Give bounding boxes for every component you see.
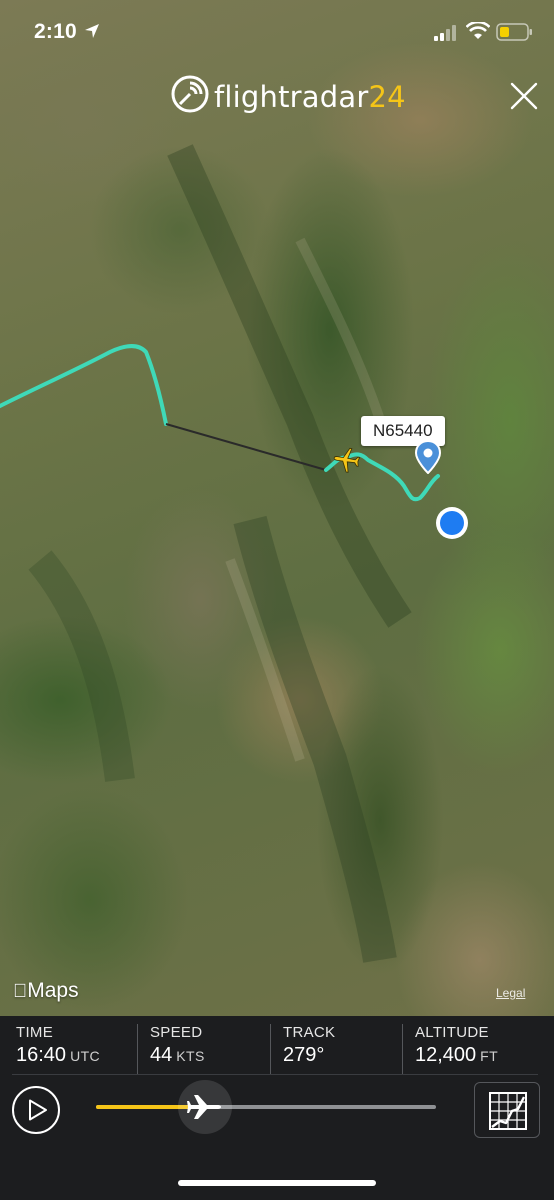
stat-value: 44 KTS — [150, 1044, 205, 1067]
stat-unit: UTC — [70, 1048, 101, 1064]
location-arrow-icon — [85, 24, 99, 38]
airplane-handle-icon — [186, 1095, 221, 1119]
close-icon[interactable] — [508, 80, 540, 112]
status-bar: 2:10 — [0, 0, 554, 64]
satellite-map[interactable]: 2:10 flightradar24 N65440 Maps Legal — [0, 0, 554, 1016]
flight-info-panel: TIME 16:40 UTC SPEED 44 KTS TRACK 279° ALT… — [0, 1016, 554, 1200]
stat-unit: FT — [480, 1048, 499, 1064]
wifi-icon — [466, 22, 490, 39]
stat-unit: KTS — [176, 1048, 205, 1064]
stat-label: ALTITUDE — [415, 1024, 489, 1041]
stat-track: TRACK 279° — [270, 1024, 402, 1074]
map-overlay — [0, 144, 440, 963]
mountain-ridge — [295, 237, 385, 422]
battery-level — [500, 27, 509, 37]
home-indicator — [178, 1180, 376, 1186]
battery-icon — [496, 23, 532, 41]
stat-value: 279° — [283, 1044, 328, 1067]
maps-attribution-text: Maps — [13, 979, 78, 1002]
stat-number: 12,400 — [415, 1044, 477, 1066]
stat-time: TIME 16:40 UTC — [4, 1024, 132, 1074]
stat-label: SPEED — [150, 1024, 203, 1041]
stat-value: 12,400 FT — [415, 1044, 498, 1067]
cellular-signal-icon — [434, 25, 456, 41]
apple-logo-icon:  — [13, 981, 27, 1002]
stat-number: 279° — [283, 1044, 325, 1066]
mountain-ridge — [28, 550, 135, 782]
stat-label: TIME — [16, 1024, 54, 1041]
panel-divider — [12, 1074, 538, 1075]
flightradar24-logo: flightradar24 — [170, 74, 406, 118]
current-location-dot — [436, 507, 468, 539]
stat-speed: SPEED 44 KTS — [137, 1024, 269, 1074]
flight-stats: TIME 16:40 UTC SPEED 44 KTS TRACK 279° ALT… — [0, 1016, 554, 1074]
stat-number: 44 — [150, 1044, 173, 1066]
playback-slider[interactable] — [96, 1080, 436, 1134]
stat-label: TRACK — [283, 1024, 336, 1041]
radar-logo-icon — [171, 75, 209, 113]
stat-number: 16:40 — [16, 1044, 67, 1066]
graph-icon — [489, 1092, 527, 1130]
playback-slider-handle[interactable] — [177, 1080, 232, 1134]
stat-altitude: ALTITUDE 12,400 FT — [402, 1024, 550, 1074]
destination-pin-icon[interactable] — [415, 440, 441, 474]
altitude-graph-button[interactable] — [474, 1082, 540, 1138]
stat-value: 16:40 UTC — [16, 1044, 100, 1067]
flight-track-west — [0, 344, 168, 426]
play-button[interactable] — [12, 1086, 60, 1134]
logo-main-text: flightradar — [214, 80, 369, 114]
apple-maps-attribution: Maps — [13, 979, 79, 1003]
status-time: 2:10 — [34, 20, 77, 43]
legal-link[interactable]: Legal — [496, 986, 525, 1000]
aircraft-icon[interactable] — [333, 446, 361, 474]
logo-accent-text: 24 — [368, 80, 406, 114]
logo-wordmark: flightradar24 — [214, 80, 406, 114]
mountain-ridge — [233, 515, 397, 963]
play-icon — [29, 1099, 47, 1121]
